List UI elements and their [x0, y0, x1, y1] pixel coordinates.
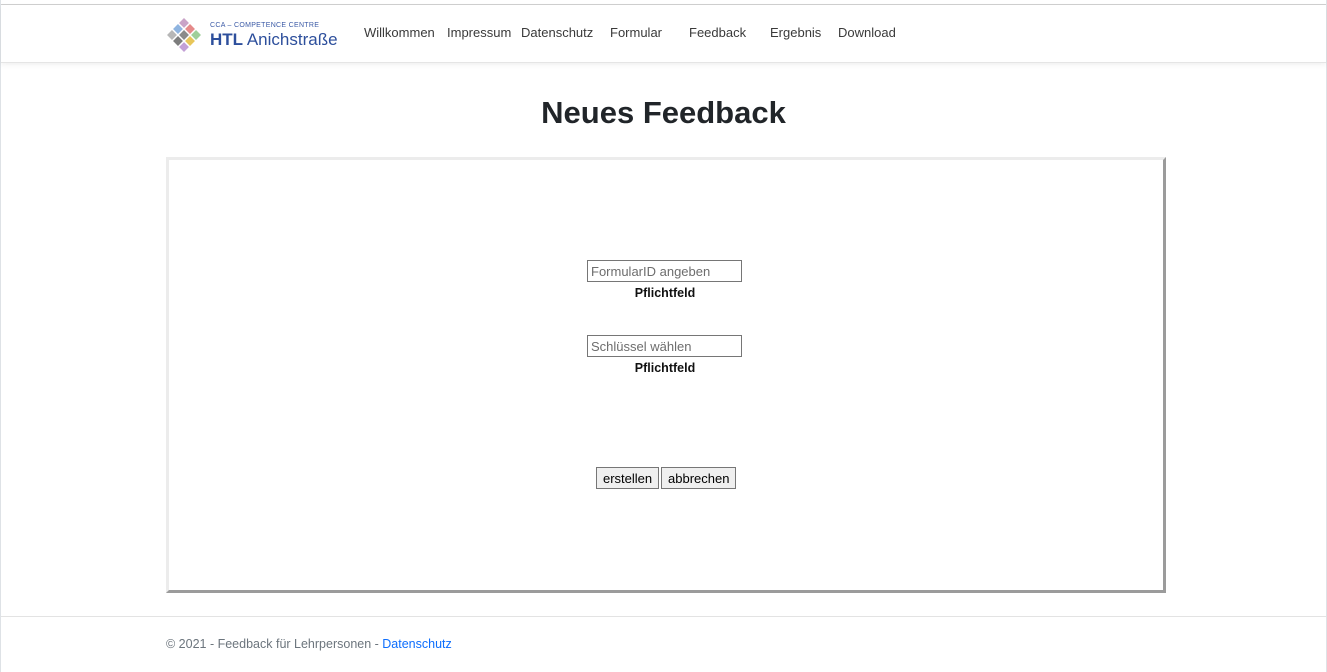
- footer: © 2021 - Feedback für Lehrpersonen - Dat…: [166, 637, 452, 651]
- nav-item-ergebnis[interactable]: Ergebnis: [770, 25, 821, 40]
- page-title: Neues Feedback: [541, 95, 786, 130]
- page-frame: CCA – COMPETENCE CENTRE HTL Anichstraße …: [0, 0, 1327, 672]
- feedback-form-card: Pflichtfeld Pflichtfeld erstellen abbrec…: [166, 157, 1166, 593]
- footer-copyright: © 2021 - Feedback für Lehrpersonen -: [166, 637, 383, 651]
- brand-name-bold: HTL: [210, 29, 244, 49]
- nav-item-datenschutz[interactable]: Datenschutz: [521, 25, 593, 40]
- nav-item-feedback[interactable]: Feedback: [689, 25, 746, 40]
- formular-id-input[interactable]: [587, 260, 742, 282]
- cancel-button[interactable]: abbrechen: [661, 467, 737, 489]
- footer-divider: [1, 616, 1326, 617]
- footer-datenschutz-link[interactable]: Datenschutz: [382, 637, 451, 651]
- brand-name-rest: Anichstraße: [243, 29, 338, 49]
- key-input[interactable]: [587, 335, 742, 357]
- key-required-label: Pflichtfeld: [634, 361, 696, 375]
- nav-item-willkommen[interactable]: Willkommen: [364, 25, 435, 40]
- nav-item-impressum[interactable]: Impressum: [447, 25, 511, 40]
- htl-logo-icon: [165, 16, 203, 54]
- brand-text: CCA – COMPETENCE CENTRE HTL Anichstraße: [210, 21, 338, 50]
- nav-item-formular[interactable]: Formular: [610, 25, 662, 40]
- nav-item-download[interactable]: Download: [838, 25, 896, 40]
- brand-subtitle: CCA – COMPETENCE CENTRE: [210, 21, 320, 29]
- navbar: CCA – COMPETENCE CENTRE HTL Anichstraße …: [1, 5, 1326, 63]
- brand-logo-link[interactable]: CCA – COMPETENCE CENTRE HTL Anichstraße: [165, 15, 350, 55]
- formular-id-required-label: Pflichtfeld: [634, 286, 696, 300]
- brand-name: HTL Anichstraße: [210, 30, 338, 50]
- create-button[interactable]: erstellen: [596, 467, 660, 489]
